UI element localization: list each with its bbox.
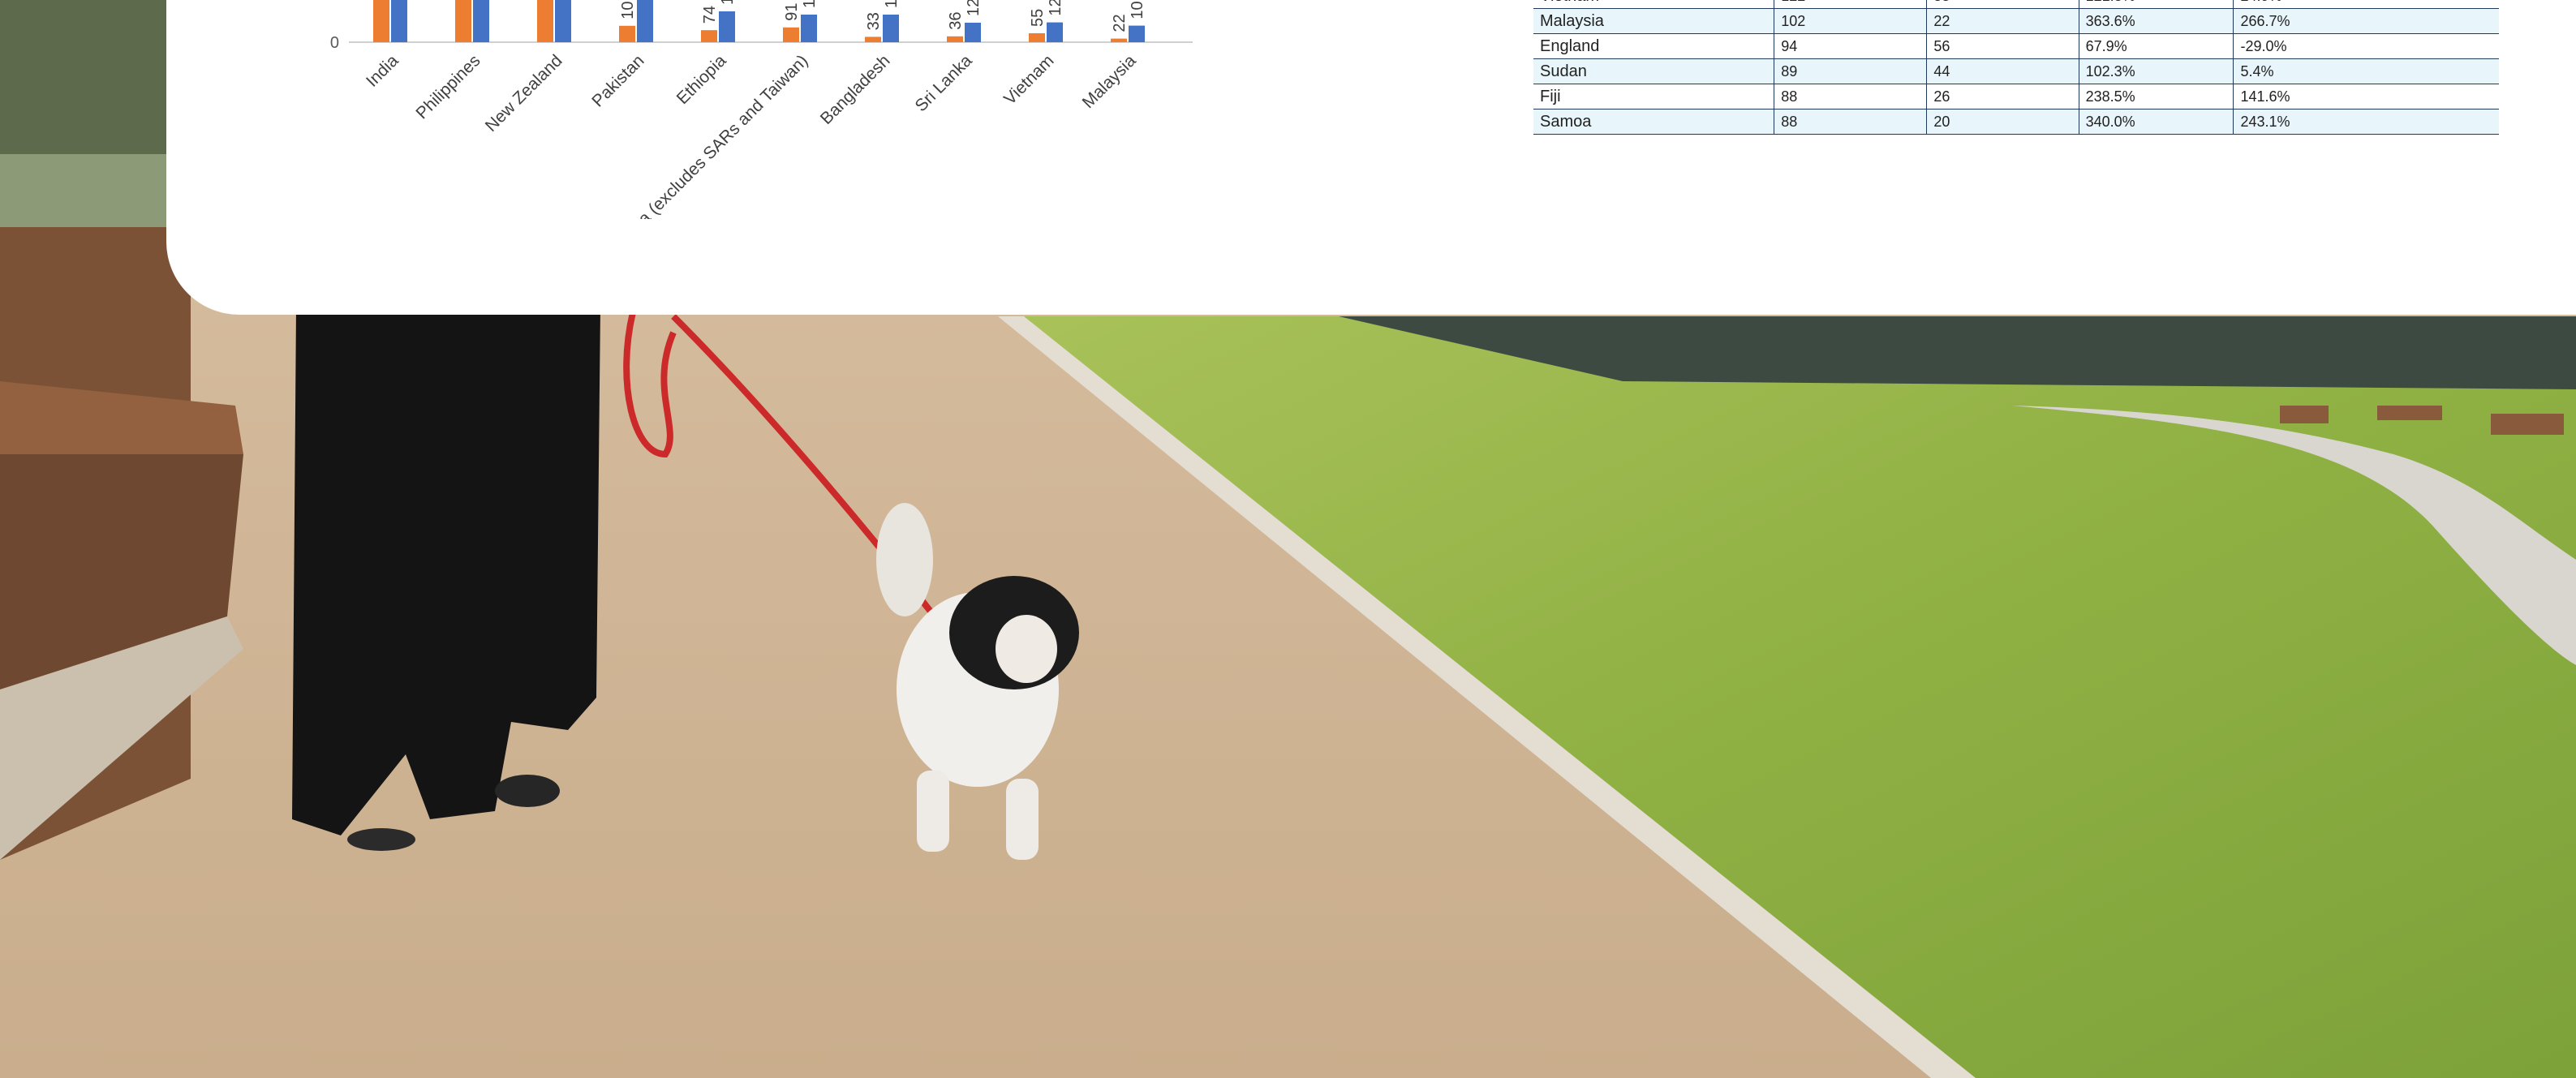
table-cell: 121.8% — [2079, 0, 2234, 9]
data-label: 10 — [719, 0, 737, 5]
table-cell: Samoa — [1533, 109, 1775, 135]
table-cell: 238.5% — [2079, 84, 2234, 110]
y-tick-label: 0 — [330, 34, 339, 52]
table-cell: 102 — [1774, 8, 1928, 34]
bar-series-1 — [865, 37, 881, 42]
bar-series-1 — [1111, 38, 1127, 42]
table-row: Sudan 89 44 102.3% 5.4% — [1533, 58, 2499, 84]
x-tick-label: New Zealand — [482, 51, 566, 135]
table-row: Vietnam12255121.8%24.9% — [1533, 0, 2499, 9]
x-tick-label: Malaysia — [1079, 51, 1140, 112]
data-label: 10 — [619, 2, 637, 19]
table-cell: 22 — [1926, 8, 2079, 34]
table-cell: Vietnam — [1533, 0, 1775, 9]
table-cell: 363.6% — [2079, 8, 2234, 34]
table-cell: 88 — [1774, 84, 1928, 110]
bar-series-2 — [883, 15, 899, 42]
table-cell: 44 — [1926, 58, 2079, 84]
x-tick-label: Philippines — [412, 51, 484, 122]
bar-series-1 — [701, 30, 717, 42]
data-label: 74 — [701, 6, 719, 24]
table-cell: 243.1% — [2233, 109, 2499, 135]
bar-series-1 — [947, 36, 963, 42]
bar-chart: 0India2PhilippinesNew Zealand102Pakistan… — [330, 0, 1193, 219]
table-cell: 5.4% — [2233, 58, 2499, 84]
table-cell: -29.0% — [2233, 33, 2499, 59]
bar-series-1 — [783, 27, 799, 42]
data-label: 12 — [965, 0, 983, 16]
table-cell: 141.6% — [2233, 84, 2499, 110]
table-cell: 88 — [1774, 109, 1928, 135]
table-row: Fiji 88 26 238.5% 141.6% — [1533, 84, 2499, 110]
x-tick-label: Vietnam — [1000, 51, 1057, 108]
table-row: Malaysia 102 22 363.6% 266.7% — [1533, 8, 2499, 34]
x-tick-label: Pakistan — [588, 51, 647, 110]
table-cell: Sudan — [1533, 58, 1775, 84]
x-tick-label: Ethiopia — [673, 51, 730, 108]
table-cell: 89 — [1774, 58, 1928, 84]
table-cell: 122 — [1774, 0, 1928, 9]
bar-series-1 — [619, 25, 635, 42]
bar-series-1 — [1029, 33, 1045, 42]
bar-series-2 — [391, 0, 407, 42]
table-cell: Fiji — [1533, 84, 1775, 110]
table-cell: England — [1533, 33, 1775, 59]
bar-series-1 — [537, 0, 553, 42]
table-cell: 20 — [1926, 109, 2079, 135]
bar-series-2 — [1129, 25, 1145, 42]
table-cell: 56 — [1926, 33, 2079, 59]
data-label: 17 — [883, 0, 901, 8]
bar-series-1 — [373, 0, 389, 42]
table-cell: Malaysia — [1533, 8, 1775, 34]
data-label: 33 — [865, 12, 883, 30]
table-row: Samoa 88 20 340.0% 243.1% — [1533, 109, 2499, 135]
data-label: 91 — [783, 3, 801, 21]
data-label: 55 — [1029, 9, 1047, 27]
table-cell: 24.9% — [2233, 0, 2499, 9]
bar-series-2 — [719, 11, 735, 42]
table-cell: 67.9% — [2079, 33, 2234, 59]
bar-series-2 — [801, 15, 817, 42]
data-label: 17 — [801, 0, 819, 8]
table-cell: 26 — [1926, 84, 2079, 110]
bar-series-2 — [637, 0, 653, 42]
bar-series-2 — [473, 0, 489, 42]
table-cell: 266.7% — [2233, 8, 2499, 34]
bar-series-2 — [965, 23, 981, 42]
data-table: Vietnam12255121.8%24.9%Malaysia10222363.… — [1533, 0, 2499, 135]
table-cell: 55 — [1926, 0, 2079, 9]
data-label: 22 — [1111, 14, 1129, 32]
table-cell: 94 — [1774, 33, 1928, 59]
bar-series-1 — [455, 0, 471, 42]
data-label: 12 — [1047, 0, 1064, 16]
bar-series-2 — [1047, 22, 1063, 42]
table-cell: 340.0% — [2079, 109, 2234, 135]
data-label: 36 — [947, 12, 965, 30]
data-label: 10 — [1129, 1, 1146, 19]
bar-series-2 — [555, 0, 571, 42]
x-tick-label: Sri Lanka — [912, 51, 976, 115]
table-row: England 94 56 67.9% -29.0% — [1533, 33, 2499, 59]
table-cell: 102.3% — [2079, 58, 2234, 84]
x-tick-label: India — [363, 51, 402, 91]
x-tick-label: Bangladesh — [817, 51, 894, 128]
